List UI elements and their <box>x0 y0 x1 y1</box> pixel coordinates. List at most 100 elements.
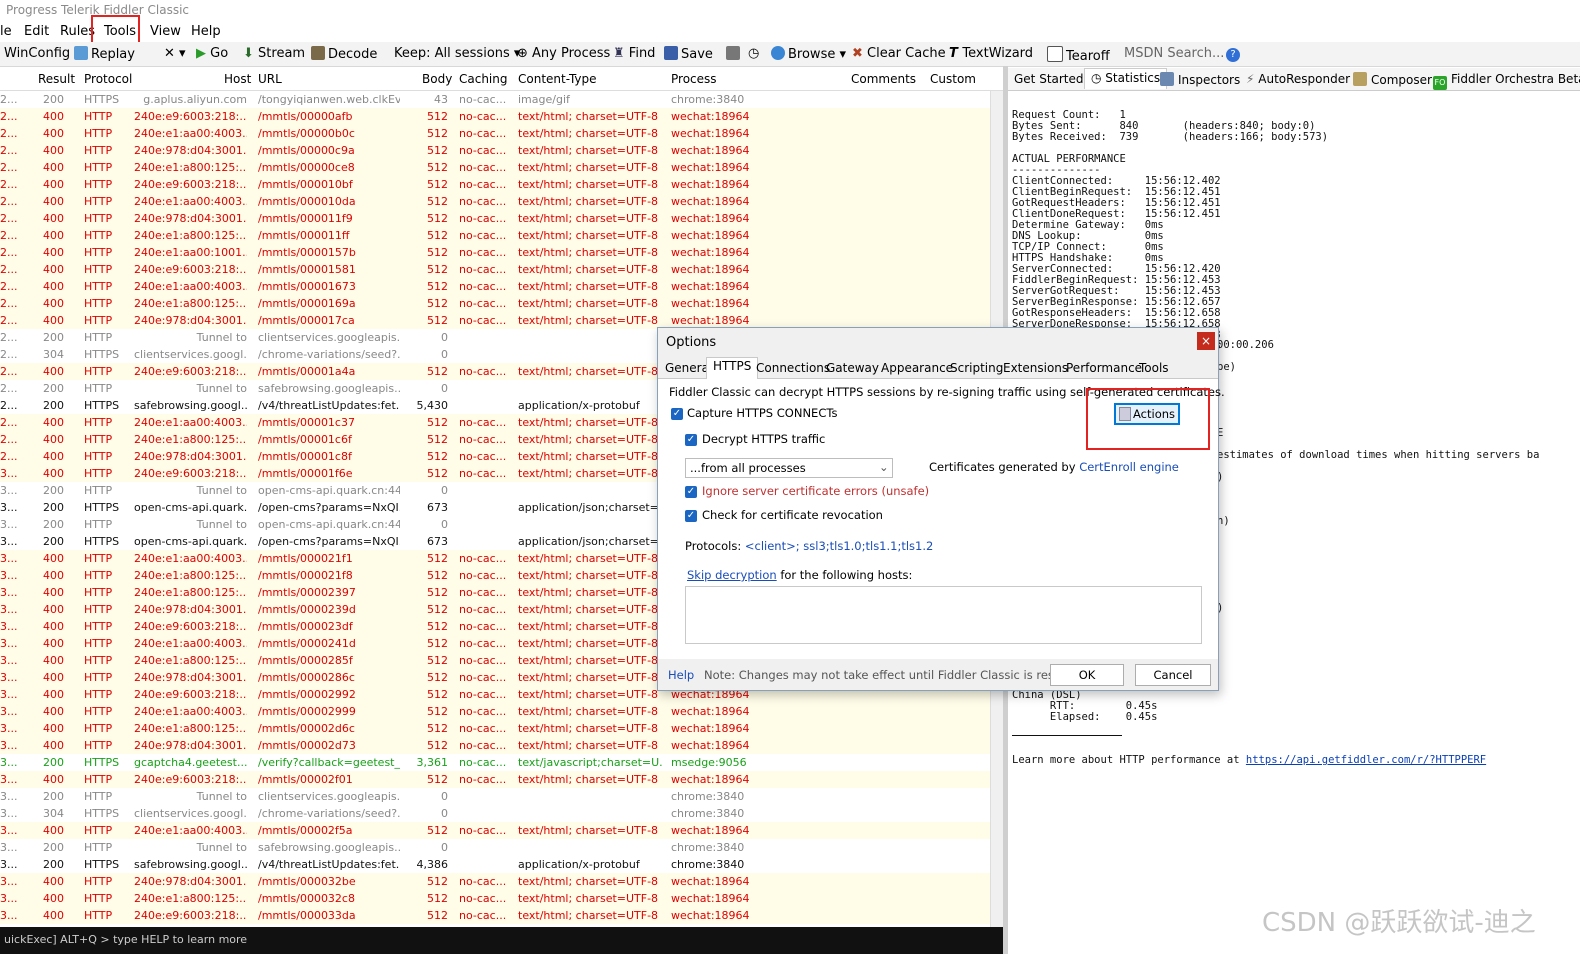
tab-composer[interactable]: Composer <box>1353 72 1432 87</box>
tab-tools[interactable]: Tools <box>1139 361 1169 375</box>
col-content-type[interactable]: Content-Type <box>518 72 597 86</box>
session-row[interactable]: 3... 304 HTTPS clientservices.googl... /chro… <box>0 805 990 822</box>
session-row[interactable]: 3... 400 HTTP 240e:e1:a800:125:... /mmtls/00… <box>0 890 990 907</box>
msdn-search-input[interactable]: MSDN Search... <box>1124 46 1224 61</box>
tab-autoresponder[interactable]: ⚡ AutoResponder <box>1246 72 1350 86</box>
camera-button[interactable] <box>726 46 743 62</box>
session-row[interactable]: 2... 400 HTTP 240e:e1:aa00:4003... /mmtls/00… <box>0 193 990 210</box>
col-host[interactable]: Host <box>224 72 251 86</box>
capture-label[interactable]: Capture HTTPS CONNECTs <box>687 406 837 420</box>
remove-button[interactable]: ✕ ▾ <box>164 46 186 61</box>
decrypt-label[interactable]: Decrypt HTTPS traffic <box>702 432 825 446</box>
col-result[interactable]: Result <box>38 72 75 86</box>
col-body[interactable]: Body <box>422 72 452 86</box>
help-button[interactable]: ? <box>1226 46 1240 62</box>
session-row[interactable]: 3... 400 HTTP 240e:e9:6003:218:... /mmtls/00… <box>0 907 990 924</box>
skip-decryption-link[interactable]: Skip decryption <box>687 568 777 582</box>
menu-edit[interactable]: Edit <box>24 24 49 39</box>
session-row[interactable]: 2... 400 HTTP 240e:978:d04:3001... /mmtls/00… <box>0 210 990 227</box>
session-row[interactable]: 2... 400 HTTP 240e:e1:aa00:1001... /mmtls/00… <box>0 244 990 261</box>
toolbar: WinConfig Replay ✕ ▾ ▶ Go ⬇ Stream Decod… <box>0 42 1580 67</box>
col-custom[interactable]: Custom <box>930 72 976 86</box>
tab-connections[interactable]: Connections <box>756 361 830 375</box>
decrypt-checkbox[interactable]: ✓ <box>685 434 697 446</box>
quickexec-bar[interactable]: uickExec] ALT+Q > type HELP to learn mor… <box>0 927 1003 954</box>
menu-rules[interactable]: Rules <box>60 24 95 39</box>
tab-statistics[interactable]: ◷ Statistics <box>1084 68 1168 89</box>
session-row[interactable]: 3... 400 HTTP 240e:978:d04:3001... /mmtls/00… <box>0 737 990 754</box>
session-row[interactable]: 2... 400 HTTP 240e:e1:a800:125:... /mmtls/00… <box>0 159 990 176</box>
revocation-label[interactable]: Check for certificate revocation <box>702 508 883 522</box>
certenroll-link[interactable]: CertEnroll engine <box>1079 460 1179 474</box>
col-protocol[interactable]: Protocol <box>84 72 132 86</box>
session-host: 240e:e9:6003:218:... <box>134 909 247 922</box>
stream-button[interactable]: ⬇ Stream <box>243 46 305 61</box>
timer-button[interactable]: ◷ <box>748 46 759 61</box>
session-row[interactable]: 3... 400 HTTP 240e:e1:a800:125:... /mmtls/00… <box>0 720 990 737</box>
session-row[interactable]: 2... 400 HTTP 240e:e9:6003:218:... /mmtls/00… <box>0 108 990 125</box>
tab-inspectors[interactable]: Inspectors <box>1160 72 1240 87</box>
capture-checkbox[interactable]: ✓ <box>671 408 683 420</box>
session-row[interactable]: 2... 400 HTTP 240e:e9:6003:218:... /mmtls/00… <box>0 261 990 278</box>
protocols-link[interactable]: <client>; ssl3;tls1.0;tls1.1;tls1.2 <box>745 539 933 553</box>
tearoff-button[interactable]: Tearoff <box>1047 46 1110 64</box>
session-caching: no-cac... <box>459 671 507 684</box>
any-process-button[interactable]: ⊕ Any Process <box>517 46 610 61</box>
close-button[interactable]: × <box>1197 332 1215 350</box>
session-row[interactable]: 3... 200 HTTPS gcaptcha4.geetest.... /verify… <box>0 754 990 771</box>
tab-extensions[interactable]: Extensions <box>1003 361 1068 375</box>
session-content-type: text/html; charset=UTF-8 <box>518 416 659 429</box>
session-row[interactable]: 2... 400 HTTP 240e:e1:a800:125:... /mmtls/00… <box>0 295 990 312</box>
session-caching: no-cac... <box>459 450 507 463</box>
skip-hosts-textarea[interactable] <box>685 586 1202 644</box>
ignore-errors-checkbox[interactable]: ✓ <box>685 486 697 498</box>
session-process: chrome:3840 <box>671 858 745 871</box>
session-content-type: text/html; charset=UTF-8 <box>518 263 659 276</box>
session-row[interactable]: 3... 400 HTTP 240e:978:d04:3001... /mmtls/00… <box>0 873 990 890</box>
session-row[interactable]: 3... 400 HTTP 240e:e1:aa00:4003... /mmtls/00… <box>0 822 990 839</box>
session-row[interactable]: 2... 400 HTTP 240e:e1:aa00:4003... /mmtls/00… <box>0 278 990 295</box>
session-row[interactable]: 2... 200 HTTPS g.aplus.aliyun.com/tongyiqia… <box>0 91 990 108</box>
tab-scripting[interactable]: Scripting <box>950 361 1003 375</box>
clear-cache-button[interactable]: ✖ Clear Cache <box>852 46 946 61</box>
session-host: 240e:978:d04:3001... <box>134 603 247 616</box>
keep-sessions-dropdown[interactable]: Keep: All sessions ▾ <box>394 46 520 61</box>
menu-view[interactable]: View <box>150 24 181 39</box>
col-url[interactable]: URL <box>258 72 282 86</box>
textwizard-button[interactable]: T TextWizard <box>949 46 1033 61</box>
browse-button[interactable]: Browse ▾ <box>771 46 846 62</box>
process-filter-select[interactable]: ...from all processes ⌄ <box>685 458 893 478</box>
session-id: 3... <box>0 569 18 582</box>
save-button[interactable]: Save <box>664 46 713 62</box>
menu-help[interactable]: Help <box>191 24 221 39</box>
session-row[interactable]: 3... 400 HTTP 240e:e9:6003:218:... /mmtls/00… <box>0 771 990 788</box>
col-process[interactable]: Process <box>671 72 717 86</box>
find-button[interactable]: ♜ Find <box>613 46 655 61</box>
cancel-button[interactable]: Cancel <box>1135 664 1211 686</box>
help-link[interactable]: Help <box>668 668 694 682</box>
session-row[interactable]: 3... 200 HTTP Tunnel to safebrowsing.googlea… <box>0 839 990 856</box>
session-row[interactable]: 2... 400 HTTP 240e:e1:a800:125:... /mmtls/00… <box>0 227 990 244</box>
winconfig-button[interactable]: WinConfig <box>4 46 70 61</box>
session-row[interactable]: 3... 200 HTTP Tunnel to clientservices.googl… <box>0 788 990 805</box>
ok-button[interactable]: OK <box>1050 664 1124 686</box>
replay-button[interactable]: Replay <box>74 46 135 62</box>
ignore-errors-label[interactable]: Ignore server certificate errors (unsafe… <box>702 484 929 498</box>
tab-appearance[interactable]: Appearance <box>881 361 953 375</box>
col-caching[interactable]: Caching <box>459 72 508 86</box>
col-comments[interactable]: Comments <box>851 72 916 86</box>
session-row[interactable]: 2... 400 HTTP 240e:e9:6003:218:... /mmtls/00… <box>0 176 990 193</box>
decode-button[interactable]: Decode <box>311 46 377 62</box>
session-row[interactable]: 3... 400 HTTP 240e:e1:aa00:4003... /mmtls/00… <box>0 703 990 720</box>
tab-performance[interactable]: Performance <box>1066 361 1142 375</box>
revocation-checkbox[interactable]: ✓ <box>685 510 697 522</box>
tab-https[interactable]: HTTPS <box>706 357 759 379</box>
session-row[interactable]: 2... 400 HTTP 240e:e1:aa00:4003... /mmtls/00… <box>0 125 990 142</box>
menu-file[interactable]: le <box>0 24 12 39</box>
session-row[interactable]: 2... 400 HTTP 240e:978:d04:3001... /mmtls/00… <box>0 142 990 159</box>
tab-get-started[interactable]: Get Started <box>1014 72 1084 86</box>
tab-gateway[interactable]: Gateway <box>826 361 879 375</box>
go-button[interactable]: ▶ Go <box>196 46 228 61</box>
session-row[interactable]: 3... 200 HTTPS safebrowsing.googl... /v4/thr… <box>0 856 990 873</box>
learn-more-link[interactable]: https://api.getfiddler.com/r/?HTTPPERF <box>1246 754 1486 766</box>
